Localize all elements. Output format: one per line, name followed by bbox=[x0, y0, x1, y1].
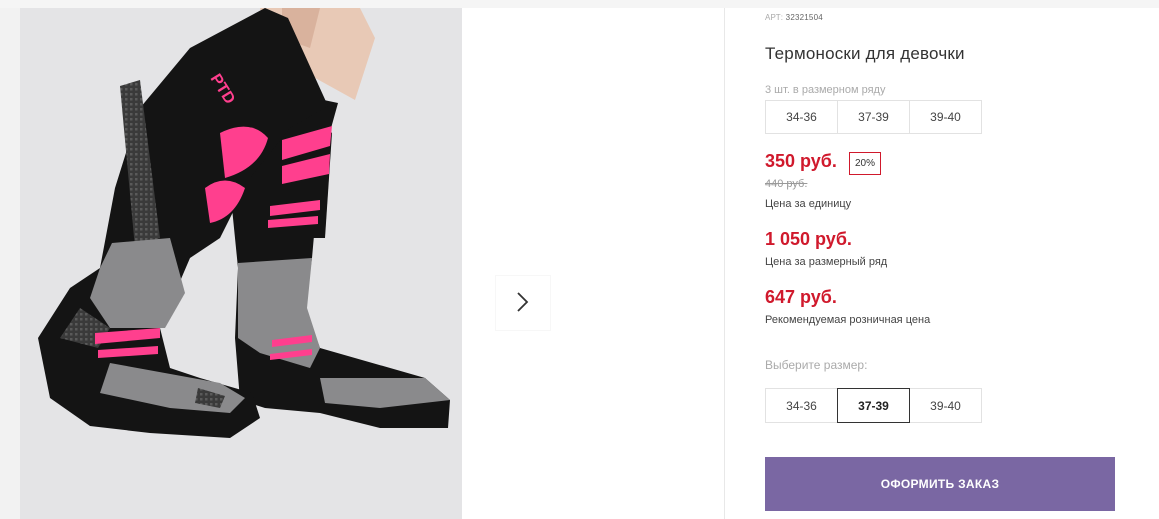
product-title: Термоноски для девочки bbox=[765, 44, 965, 63]
order-button[interactable]: ОФОРМИТЬ ЗАКАЗ bbox=[765, 457, 1115, 511]
article-number: АРТ: 32321504 bbox=[765, 13, 823, 22]
discount-badge: 20% bbox=[849, 152, 882, 175]
pack-size-39-40: 39-40 bbox=[909, 100, 982, 134]
choose-size-label: Выберите размер: bbox=[765, 358, 868, 372]
next-image-button[interactable] bbox=[496, 276, 550, 330]
row-price-caption: Цена за размерный ряд bbox=[765, 256, 888, 268]
row-price: 1 050 руб. bbox=[765, 229, 852, 249]
retail-price-caption: Рекомендуемая розничная цена bbox=[765, 314, 931, 326]
product-photo[interactable]: PTD bbox=[20, 8, 462, 519]
product-gallery: PTD bbox=[0, 8, 724, 519]
pack-size-list: 34-36 37-39 39-40 bbox=[765, 100, 982, 134]
size-selector: 34-36 37-39 39-40 bbox=[765, 388, 982, 423]
unit-price-caption: Цена за единицу bbox=[765, 198, 852, 210]
retail-price: 647 руб. bbox=[765, 287, 837, 307]
pack-size-37-39: 37-39 bbox=[837, 100, 910, 134]
article-value: 32321504 bbox=[785, 13, 823, 22]
old-price: 440 руб. bbox=[765, 178, 808, 190]
pack-size-34-36: 34-36 bbox=[765, 100, 838, 134]
unit-price: 350 руб. bbox=[765, 151, 837, 171]
size-option-39-40[interactable]: 39-40 bbox=[909, 388, 982, 423]
gallery-edge bbox=[0, 8, 20, 519]
pack-size-label: 3 шт. в размерном ряду bbox=[765, 84, 886, 96]
size-option-34-36[interactable]: 34-36 bbox=[765, 388, 838, 423]
size-option-37-39[interactable]: 37-39 bbox=[837, 388, 910, 423]
product-info-panel: АРТ: 32321504 Термоноски для девочки 3 ш… bbox=[724, 8, 1159, 519]
chevron-right-icon bbox=[516, 291, 530, 316]
article-label: АРТ: bbox=[765, 13, 784, 22]
